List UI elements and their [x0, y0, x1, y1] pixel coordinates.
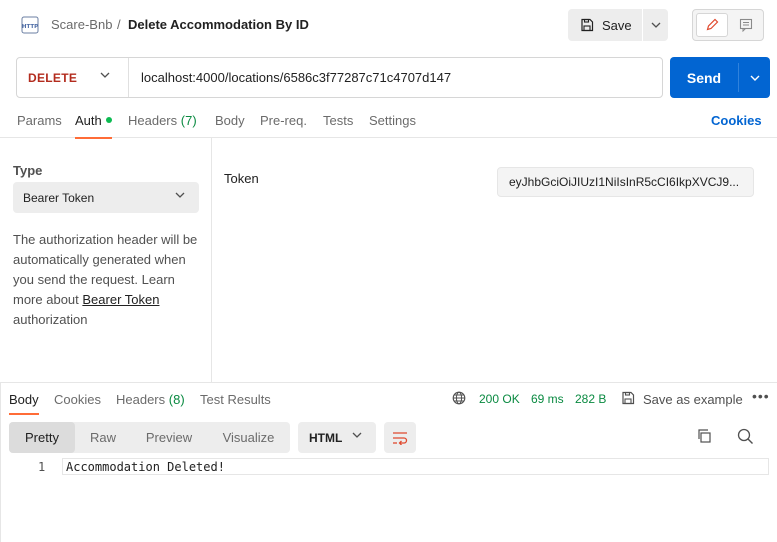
- response-view-selector: Pretty Raw Preview Visualize: [9, 422, 290, 453]
- view-mode-toggle: [692, 9, 764, 41]
- response-tab-headers-label: Headers: [116, 392, 166, 407]
- save-icon: [622, 391, 635, 405]
- tab-params[interactable]: Params: [17, 113, 62, 128]
- copy-icon[interactable]: [696, 428, 712, 444]
- tab-settings[interactable]: Settings: [369, 113, 416, 128]
- view-raw[interactable]: Raw: [75, 422, 131, 453]
- request-header: HTTP Scare-Bnb / Delete Accommodation By…: [0, 0, 777, 50]
- edit-mode-button[interactable]: [696, 13, 728, 37]
- response-status[interactable]: 200 OK: [479, 392, 520, 406]
- line-number: 1: [38, 460, 46, 474]
- code-text: Accommodation Deleted!: [66, 460, 225, 474]
- url-divider: [128, 58, 129, 97]
- method-value: DELETE: [28, 70, 78, 85]
- breadcrumb-collection[interactable]: Scare-Bnb: [51, 17, 112, 32]
- auth-description: The authorization header will be automat…: [13, 230, 205, 330]
- send-button[interactable]: Send: [670, 57, 738, 98]
- pencil-icon: [706, 18, 719, 31]
- response-tab-headers[interactable]: Headers (8): [116, 392, 185, 407]
- auth-type-select[interactable]: Bearer Token: [13, 182, 199, 213]
- response-tab-test-results[interactable]: Test Results: [200, 392, 271, 407]
- http-request-icon: HTTP: [21, 16, 39, 34]
- url-input[interactable]: localhost:4000/locations/6586c3f77287c71…: [141, 70, 451, 85]
- svg-text:HTTP: HTTP: [22, 24, 38, 30]
- tab-auth[interactable]: Auth: [75, 113, 112, 139]
- comment-icon: [739, 18, 753, 32]
- save-icon: [581, 18, 594, 32]
- save-options-button[interactable]: [643, 9, 668, 41]
- save-button[interactable]: Save: [568, 9, 642, 41]
- save-label: Save: [602, 17, 632, 33]
- tab-headers-label: Headers: [128, 113, 178, 128]
- documentation-mode-button[interactable]: [730, 13, 762, 37]
- auth-type-value: Bearer Token: [23, 191, 95, 205]
- request-title[interactable]: Delete Accommodation By ID: [128, 17, 309, 32]
- chevron-down-icon: [651, 22, 660, 28]
- wrap-lines-icon: [393, 431, 408, 445]
- view-visualize[interactable]: Visualize: [207, 422, 290, 453]
- response-body-editor[interactable]: 1 Accommodation Deleted!: [0, 458, 777, 542]
- auth-token-panel: Token eyJhbGciOiJIUzI1NiIsInR5cCI6IkpXVC…: [212, 138, 777, 382]
- method-select[interactable]: DELETE: [17, 58, 128, 97]
- tab-headers-count: (7): [180, 113, 197, 128]
- search-icon[interactable]: [737, 428, 754, 445]
- chevron-down-icon: [100, 72, 110, 78]
- auth-type-panel: Type Bearer Token The authorization head…: [0, 138, 212, 382]
- token-value: eyJhbGciOiJIUzI1NiIsInR5cCI6IkpXVCJ9...: [509, 175, 740, 189]
- globe-icon[interactable]: [452, 391, 466, 405]
- url-bar: DELETE localhost:4000/locations/6586c3f7…: [16, 57, 663, 98]
- code-line[interactable]: Accommodation Deleted!: [62, 458, 769, 475]
- tab-tests[interactable]: Tests: [323, 113, 353, 128]
- view-preview[interactable]: Preview: [131, 422, 207, 453]
- response-time[interactable]: 69 ms: [531, 392, 564, 406]
- more-options-icon[interactable]: •••: [752, 388, 770, 404]
- chevron-down-icon: [750, 75, 759, 81]
- language-select[interactable]: HTML: [298, 422, 376, 453]
- send-options-button[interactable]: [739, 57, 770, 98]
- tab-headers[interactable]: Headers (7): [128, 113, 197, 128]
- response-tab-cookies[interactable]: Cookies: [54, 392, 101, 407]
- view-pretty[interactable]: Pretty: [9, 422, 75, 453]
- tab-body[interactable]: Body: [215, 113, 245, 128]
- tab-auth-label: Auth: [75, 113, 102, 128]
- chevron-down-icon: [352, 432, 362, 438]
- auth-type-label: Type: [13, 163, 43, 178]
- response-tab-body[interactable]: Body: [9, 392, 39, 415]
- wrap-lines-button[interactable]: [384, 422, 416, 453]
- send-button-group: Send: [670, 57, 770, 98]
- auth-desc-tail: authorization: [13, 312, 88, 327]
- save-button-group: Save: [568, 9, 668, 41]
- language-value: HTML: [309, 431, 343, 445]
- chevron-down-icon: [175, 192, 185, 198]
- save-as-example-button[interactable]: Save as example: [643, 392, 743, 407]
- cookies-link[interactable]: Cookies: [711, 113, 762, 128]
- auth-active-dot: [105, 117, 112, 123]
- bearer-token-link[interactable]: Bearer Token: [82, 292, 159, 307]
- token-label: Token: [224, 171, 259, 186]
- request-tabs: Params Auth Headers (7) Body Pre-req. Te…: [0, 104, 777, 139]
- response-bar: Body Cookies Headers (8) Test Results 20…: [0, 382, 777, 415]
- token-input[interactable]: eyJhbGciOiJIUzI1NiIsInR5cCI6IkpXVCJ9...: [497, 167, 754, 197]
- line-gutter: 1: [0, 458, 58, 542]
- response-size[interactable]: 282 B: [575, 392, 606, 406]
- breadcrumb-separator: /: [117, 17, 121, 32]
- response-tab-headers-count: (8): [168, 392, 185, 407]
- tab-prereq[interactable]: Pre-req.: [260, 113, 307, 128]
